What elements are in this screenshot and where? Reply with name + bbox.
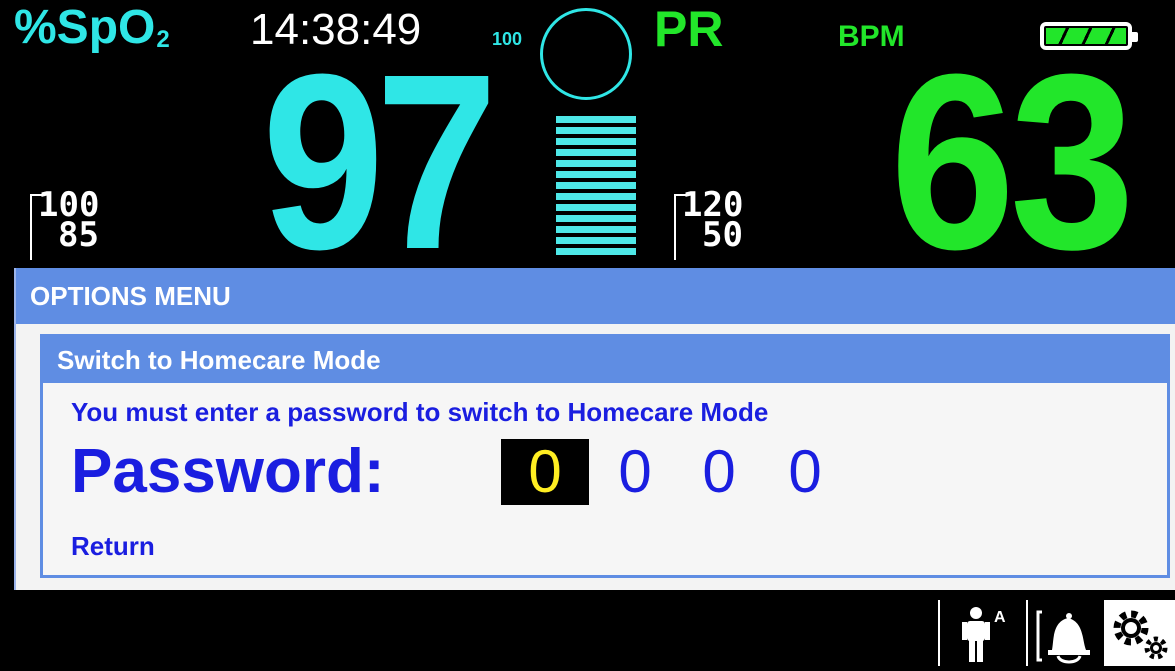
pleth-bar-segment [556, 127, 636, 134]
password-digit-2[interactable]: 0 [611, 439, 659, 505]
options-menu: OPTIONS MENU Switch to Homecare Mode You… [14, 268, 1175, 590]
password-digit-1[interactable]: 0 [501, 439, 589, 505]
spo2-alarm-limits[interactable]: 100 85 [38, 188, 99, 252]
pleth-bar-segment [556, 138, 636, 145]
settings-gears-icon[interactable] [1104, 600, 1175, 666]
options-menu-title: OPTIONS MENU [16, 268, 1175, 324]
homecare-mode-dialog: Switch to Homecare Mode You must enter a… [40, 334, 1170, 578]
spo2-label: %SpO2 [14, 1, 170, 54]
pleth-bar-segment [556, 248, 636, 255]
pleth-bar-segment [556, 171, 636, 178]
dialog-message: You must enter a password to switch to H… [71, 397, 769, 427]
pleth-bar-segment [556, 116, 636, 123]
pr-label: PR [654, 1, 724, 57]
pleth-bar-segment [556, 226, 636, 233]
pr-value: 63 [890, 22, 1135, 301]
pr-alarm-limits[interactable]: 120 50 [682, 188, 743, 252]
pleth-indicator-circle [540, 8, 632, 100]
dialog-title: Switch to Homecare Mode [43, 337, 1167, 383]
pleth-bar-segment [556, 182, 636, 189]
pleth-scale-max: 100 [492, 29, 523, 49]
password-digit-3[interactable]: 0 [695, 439, 743, 505]
patient-mode-letter: A [994, 609, 1006, 626]
return-button[interactable]: Return [71, 531, 155, 561]
pleth-bar-segment [556, 149, 636, 156]
pleth-bar-segment [556, 160, 636, 167]
pleth-bar-segment [556, 237, 636, 244]
pleth-bar-segment [556, 215, 636, 222]
patient-adult-icon[interactable]: A [938, 600, 1024, 666]
pleth-bar-segment [556, 193, 636, 200]
pleth-bar-graph [556, 116, 636, 268]
spo2-value: 97 [262, 22, 498, 301]
pleth-bar-segment [556, 204, 636, 211]
password-digit-4[interactable]: 0 [781, 439, 829, 505]
password-label: Password: [71, 437, 385, 506]
alarm-bell-icon[interactable] [1026, 600, 1102, 666]
